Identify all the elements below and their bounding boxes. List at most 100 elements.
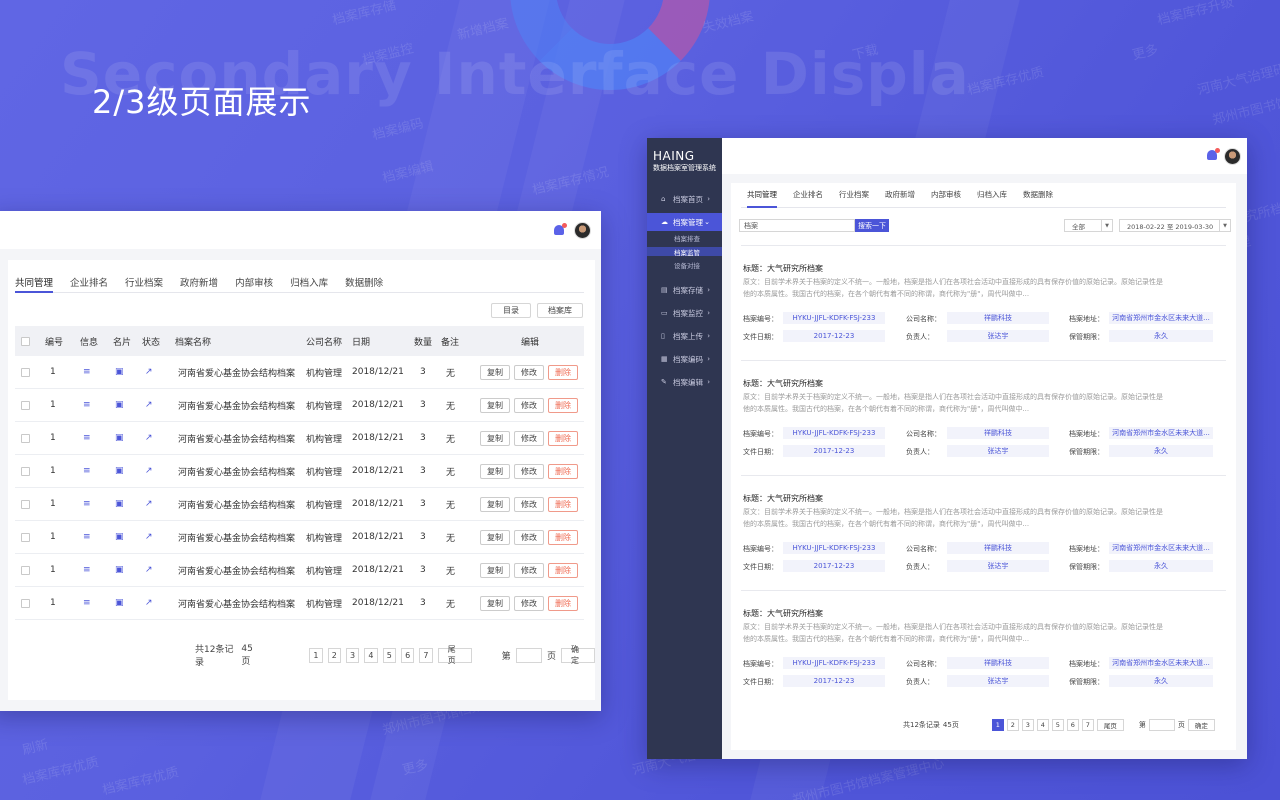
- row-checkbox[interactable]: [21, 499, 30, 509]
- edit-button[interactable]: 修改: [514, 595, 544, 611]
- record-code[interactable]: HYKU-JJFL-KDFK-FSJ-233: [783, 657, 885, 669]
- edit-button[interactable]: 修改: [514, 463, 544, 479]
- bell-icon[interactable]: [553, 223, 567, 237]
- page-number-button[interactable]: 6: [1066, 719, 1079, 731]
- avatar[interactable]: [574, 222, 591, 239]
- copy-button[interactable]: 复制: [480, 397, 510, 413]
- info-icon[interactable]: ≡: [83, 422, 91, 454]
- record-code[interactable]: HYKU-JJFL-KDFK-FSJ-233: [783, 312, 885, 324]
- edit-button[interactable]: 修改: [514, 430, 544, 446]
- archive-lib-button[interactable]: 档案库: [537, 303, 583, 318]
- status-trend-icon[interactable]: ↗: [145, 521, 153, 553]
- page-input[interactable]: [515, 647, 543, 663]
- page-number-button[interactable]: 2: [327, 647, 341, 663]
- tab-2[interactable]: 企业排名: [793, 183, 823, 208]
- row-checkbox[interactable]: [21, 466, 30, 476]
- tab-5[interactable]: 内部审核: [931, 183, 961, 208]
- info-icon[interactable]: ≡: [83, 488, 91, 520]
- card-icon[interactable]: ▣: [115, 455, 124, 487]
- page-number-button[interactable]: 6: [400, 647, 415, 663]
- info-icon[interactable]: ≡: [83, 389, 91, 421]
- info-icon[interactable]: ≡: [83, 455, 91, 487]
- card-icon[interactable]: ▣: [115, 521, 124, 553]
- delete-button[interactable]: 删除: [548, 595, 578, 611]
- edit-button[interactable]: 修改: [514, 496, 544, 512]
- page-number-button[interactable]: 4: [1036, 719, 1049, 731]
- page-number-button[interactable]: 1: [991, 719, 1004, 731]
- card-icon[interactable]: ▣: [115, 554, 124, 586]
- tab-1[interactable]: 共同管理: [15, 270, 54, 293]
- record-code[interactable]: HYKU-JJFL-KDFK-FSJ-233: [783, 427, 885, 439]
- avatar[interactable]: [1224, 148, 1241, 165]
- record-address[interactable]: 河南省郑州市金水区未来大道...: [1109, 427, 1213, 439]
- search-button[interactable]: 搜索一下: [855, 219, 889, 232]
- search-input[interactable]: 档案: [739, 219, 855, 232]
- sidebar-item-monitor[interactable]: ▭ 档案监控 ›: [647, 304, 722, 322]
- delete-button[interactable]: 删除: [548, 463, 578, 479]
- info-icon[interactable]: ≡: [83, 521, 91, 553]
- last-page-button[interactable]: 尾页: [437, 645, 472, 665]
- row-checkbox[interactable]: [21, 433, 30, 443]
- record-company[interactable]: 祥鹏科技: [947, 542, 1049, 554]
- edit-button[interactable]: 修改: [514, 529, 544, 545]
- sidebar-subitem[interactable]: 档案排查: [647, 233, 722, 243]
- record-company[interactable]: 祥鹏科技: [947, 312, 1049, 324]
- info-icon[interactable]: ≡: [83, 554, 91, 586]
- delete-button[interactable]: 删除: [548, 496, 578, 512]
- tab-7[interactable]: 数据删除: [345, 270, 383, 293]
- copy-button[interactable]: 复制: [480, 529, 510, 545]
- status-trend-icon[interactable]: ↗: [145, 389, 153, 421]
- page-input[interactable]: [1148, 719, 1175, 731]
- delete-button[interactable]: 删除: [548, 529, 578, 545]
- row-checkbox[interactable]: [21, 400, 30, 410]
- record-address[interactable]: 河南省郑州市金水区未来大道...: [1109, 657, 1213, 669]
- sidebar-item-home[interactable]: ⌂ 档案首页 ›: [647, 190, 722, 208]
- card-icon[interactable]: ▣: [115, 356, 124, 388]
- tab-4[interactable]: 政府新增: [885, 183, 915, 208]
- copy-button[interactable]: 复制: [480, 430, 510, 446]
- sidebar-item-manage[interactable]: ☁ 档案管理 ⌄: [647, 213, 722, 231]
- sidebar-subitem[interactable]: 设备对接: [647, 260, 722, 270]
- delete-button[interactable]: 删除: [548, 397, 578, 413]
- row-checkbox[interactable]: [21, 367, 30, 377]
- page-number-button[interactable]: 4: [364, 647, 378, 663]
- header-checkbox[interactable]: [21, 336, 30, 346]
- sidebar-item-storage[interactable]: ▤ 档案存储 ›: [647, 281, 722, 299]
- confirm-button[interactable]: 确定: [561, 645, 595, 665]
- tab-6[interactable]: 归档入库: [290, 270, 328, 293]
- sidebar-item-edit[interactable]: ✎ 档案编辑 ›: [647, 373, 722, 391]
- page-number-button[interactable]: 5: [1051, 719, 1064, 731]
- page-number-button[interactable]: 3: [345, 647, 360, 663]
- status-trend-icon[interactable]: ↗: [145, 455, 153, 487]
- sidebar-subitem[interactable]: 档案监管: [647, 247, 722, 257]
- tab-3[interactable]: 行业档案: [839, 183, 869, 208]
- type-select[interactable]: 全部 ▼: [1064, 219, 1113, 232]
- row-checkbox[interactable]: [21, 598, 30, 608]
- info-icon[interactable]: ≡: [83, 356, 91, 388]
- copy-button[interactable]: 复制: [480, 595, 510, 611]
- record-code[interactable]: HYKU-JJFL-KDFK-FSJ-233: [783, 542, 885, 554]
- card-icon[interactable]: ▣: [115, 587, 124, 619]
- copy-button[interactable]: 复制: [480, 496, 510, 512]
- delete-button[interactable]: 删除: [548, 364, 578, 380]
- edit-button[interactable]: 修改: [514, 397, 544, 413]
- tab-1[interactable]: 共同管理: [747, 183, 777, 208]
- page-number-button[interactable]: 3: [1021, 719, 1034, 731]
- bell-icon[interactable]: [1206, 148, 1220, 162]
- status-trend-icon[interactable]: ↗: [145, 554, 153, 586]
- edit-button[interactable]: 修改: [514, 364, 544, 380]
- sidebar-item-code[interactable]: ▦ 档案编码 ›: [647, 350, 722, 368]
- tab-2[interactable]: 企业排名: [70, 270, 108, 293]
- edit-button[interactable]: 修改: [514, 562, 544, 578]
- last-page-button[interactable]: 尾页: [1096, 719, 1124, 731]
- delete-button[interactable]: 删除: [548, 430, 578, 446]
- status-trend-icon[interactable]: ↗: [145, 422, 153, 454]
- info-icon[interactable]: ≡: [83, 587, 91, 619]
- record-company[interactable]: 祥鹏科技: [947, 657, 1049, 669]
- record-company[interactable]: 祥鹏科技: [947, 427, 1049, 439]
- page-number-button[interactable]: 7: [419, 647, 433, 663]
- record-address[interactable]: 河南省郑州市金水区未来大道...: [1109, 312, 1213, 324]
- tab-4[interactable]: 政府新增: [180, 270, 218, 293]
- tab-7[interactable]: 数据删除: [1023, 183, 1053, 208]
- page-number-button[interactable]: 7: [1081, 719, 1094, 731]
